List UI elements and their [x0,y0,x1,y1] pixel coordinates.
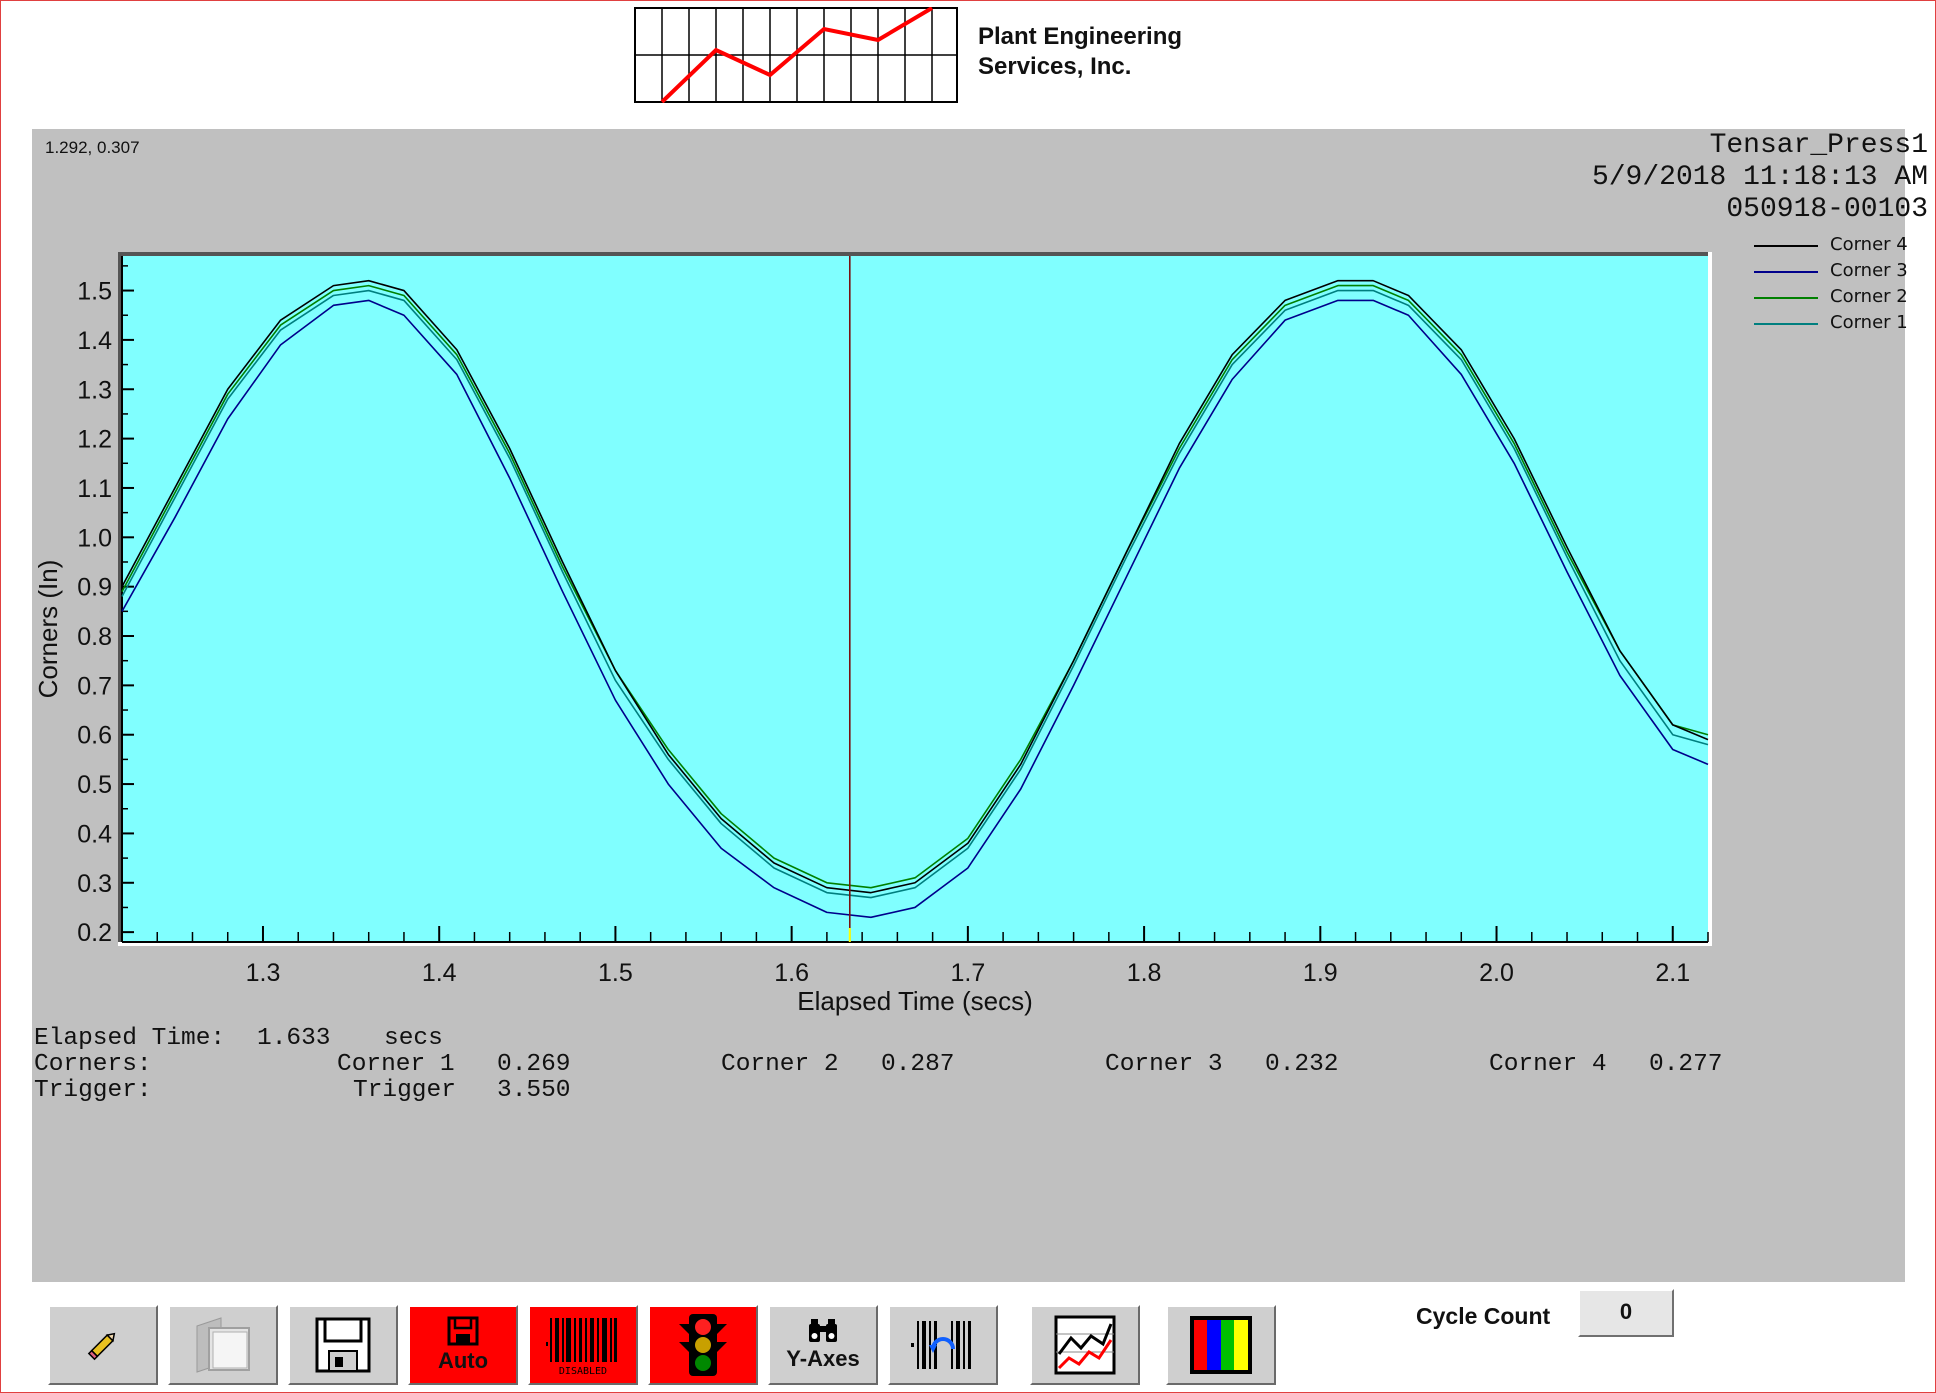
corner3-value: 0.232 [1265,1051,1339,1078]
y-tick-label: 0.7 [77,672,112,700]
y-tick-label: 0.4 [77,820,112,848]
corner4-label: Corner 4 [1489,1051,1607,1078]
barcode-icon: DISABLED [546,1318,617,1377]
barcode-scan-button[interactable] [888,1305,998,1385]
cursor-coordinates: 1.292, 0.307 [45,138,140,157]
corner2-value: 0.287 [881,1051,955,1078]
x-tick-label: 1.4 [422,959,457,987]
elapsed-time-unit: secs [384,1025,443,1052]
corners-chart[interactable]: 0.2 0.3 0.4 0.5 0.6 0.7 0.8 0.9 1.0 1.1 1.2 1.3 1.4 1… [32,240,1732,1030]
binoculars-icon [809,1319,837,1342]
x-tick-label: 1.9 [1303,959,1338,987]
legend-label: Corner 1 [1830,312,1908,333]
corner3-label: Corner 3 [1105,1051,1223,1078]
elapsed-time-label: Elapsed Time: [34,1025,226,1052]
x-tick-label: 2.0 [1479,959,1514,987]
y-tick-label: 0.5 [77,771,112,799]
trigger-name: Trigger [353,1077,456,1104]
x-tick-label: 1.6 [774,959,809,987]
y-tick-label: 0.6 [77,722,112,750]
corner2-label: Corner 2 [721,1051,839,1078]
y-tick-label: 1.1 [77,475,112,503]
legend-swatch [1754,271,1818,273]
chart-legend: Corner 4 Corner 3 Corner 2 Corner 1 [1752,232,1922,336]
cycle-count-label: Cycle Count [1416,1303,1551,1329]
x-tick-label: 1.8 [1127,959,1162,987]
floppy-disk-icon [315,1317,371,1373]
company-name-line2: Services, Inc. [978,53,1132,80]
y-axis-title: Corners (In) [33,560,63,699]
company-name-line1: Plant Engineering [978,23,1183,50]
legend-item: Corner 1 [1752,310,1922,336]
auto-save-label: Auto [437,1348,489,1373]
legend-swatch [1754,323,1818,325]
elapsed-time-value: 1.633 [257,1025,331,1052]
legend-item: Corner 2 [1752,284,1922,310]
line-chart-icon [1054,1315,1116,1375]
edit-button[interactable] [48,1305,158,1385]
traffic-light-button[interactable] [648,1305,758,1385]
y-tick-label: 1.4 [77,327,112,355]
cycle-count-value: 0 [1578,1289,1674,1337]
corners-label: Corners: [34,1051,152,1078]
x-tick-label: 1.3 [246,959,281,987]
record-id: 050918-00103 [1726,194,1928,225]
disabled-text: DISABLED [559,1366,607,1377]
x-tick-label: 1.5 [598,959,633,987]
auto-save-button[interactable]: Auto [408,1305,518,1385]
auto-save-disk-icon [447,1316,479,1346]
y-axes-button[interactable]: Y-Axes [768,1305,878,1385]
copy-pages-button[interactable] [168,1305,278,1385]
company-name: Plant Engineering Services, Inc. [978,22,1238,82]
legend-swatch [1754,297,1818,299]
legend-label: Corner 2 [1830,286,1908,307]
color-settings-button[interactable] [1166,1305,1276,1385]
color-bars-icon [1190,1316,1252,1374]
y-tick-label: 0.8 [77,623,112,651]
y-tick-label: 0.9 [77,574,112,602]
toolbar: Auto DISABLED Y-Axes [48,1305,1348,1387]
y-tick-label: 1.0 [77,524,112,552]
press-name: Tensar_Press1 [1709,130,1928,161]
barcode-disabled-button[interactable]: DISABLED [528,1305,638,1385]
corner4-value: 0.277 [1649,1051,1723,1078]
corner1-label: Corner 1 [337,1051,455,1078]
traffic-light-icon [679,1314,727,1376]
pencil-icon [87,1332,116,1361]
y-tick-label: 1.2 [77,426,112,454]
legend-item: Corner 4 [1752,232,1922,258]
record-datetime: 5/9/2018 11:18:13 AM [1591,162,1928,193]
y-axes-label: Y-Axes [786,1346,860,1371]
x-tick-label: 1.7 [950,959,985,987]
legend-swatch [1754,245,1818,247]
legend-item: Corner 3 [1752,258,1922,284]
y-tick-label: 1.3 [77,376,112,404]
x-axis-title: Elapsed Time (secs) [797,986,1033,1016]
legend-label: Corner 3 [1830,260,1908,281]
save-button[interactable] [288,1305,398,1385]
stacked-pages-icon [196,1317,250,1373]
chart-view-button[interactable] [1030,1305,1140,1385]
barcode-scan-icon [911,1321,971,1369]
corner1-value: 0.269 [497,1051,571,1078]
cursor-readout: Elapsed Time: 1.633 secs Corners: Corner… [32,1025,1892,1115]
y-tick-label: 0.3 [77,870,112,898]
trigger-value: 3.550 [497,1077,571,1104]
legend-label: Corner 4 [1830,234,1908,255]
trigger-label: Trigger: [34,1077,152,1104]
y-tick-label: 1.5 [77,278,112,306]
plot-area [122,256,1708,942]
x-tick-label: 2.1 [1655,959,1690,987]
y-tick-label: 0.2 [77,919,112,947]
company-logo-chart-icon [634,7,958,103]
